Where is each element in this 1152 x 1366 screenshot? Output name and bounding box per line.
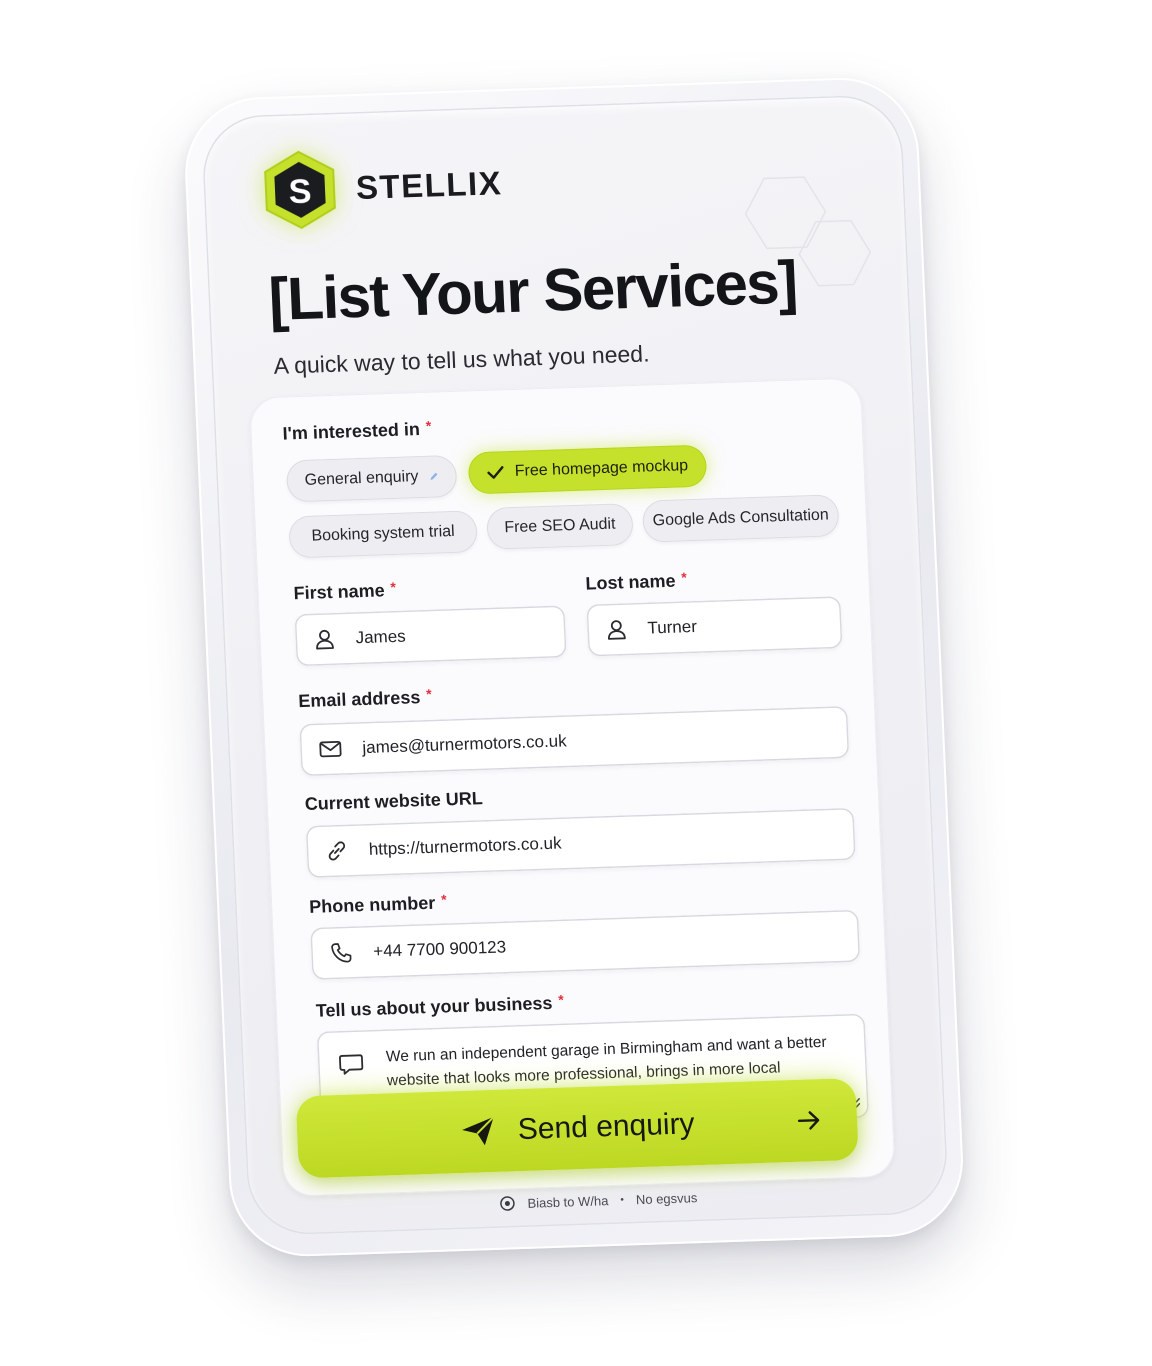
last-name-label: Lost name * bbox=[585, 569, 687, 594]
user-icon bbox=[316, 629, 334, 650]
chip-free-seo-audit[interactable]: Free SEO Audit bbox=[486, 503, 634, 550]
business-label: Tell us about your business * bbox=[315, 992, 564, 1022]
business-label-text: Tell us about your business bbox=[315, 992, 553, 1021]
footnote-left: Biasb to W/ha bbox=[527, 1192, 609, 1211]
phone-label: Phone number * bbox=[309, 891, 447, 918]
first-name-label: First name * bbox=[293, 579, 396, 604]
enquiry-form: I'm interested in * General enquiry Free … bbox=[249, 377, 896, 1197]
required-mark: * bbox=[425, 417, 432, 434]
email-value: james@turnermotors.co.uk bbox=[361, 731, 568, 758]
chat-icon bbox=[339, 1054, 364, 1075]
required-mark: * bbox=[390, 578, 397, 596]
required-mark: * bbox=[440, 891, 447, 908]
required-mark: * bbox=[680, 569, 688, 586]
phone-label-text: Phone number bbox=[308, 892, 436, 917]
stellix-logo-icon: S bbox=[264, 150, 336, 229]
last-name-field[interactable]: Turner bbox=[586, 596, 843, 657]
mail-icon bbox=[319, 740, 342, 758]
footnote-separator: • bbox=[620, 1194, 625, 1206]
chip-label: Free homepage mockup bbox=[514, 457, 689, 480]
required-mark: * bbox=[557, 991, 565, 1008]
chip-label: General enquiry bbox=[304, 468, 419, 489]
logo-letter: S bbox=[288, 173, 312, 212]
link-icon bbox=[328, 841, 346, 861]
website-label-text: Current website URL bbox=[304, 788, 484, 815]
phone-device: S STELLIX [List Your Services] A quick w… bbox=[181, 75, 967, 1259]
page-title: [List Your Services] bbox=[267, 248, 798, 333]
chip-label: Free SEO Audit bbox=[503, 515, 616, 537]
brand-header: S STELLIX bbox=[260, 143, 504, 231]
user-icon bbox=[607, 620, 626, 640]
required-mark: * bbox=[425, 685, 432, 702]
chip-general-enquiry[interactable]: General enquiry bbox=[285, 454, 458, 503]
phone-field[interactable]: +44 7700 900123 bbox=[310, 909, 861, 980]
first-name-value: James bbox=[355, 626, 407, 648]
send-enquiry-label: Send enquiry bbox=[517, 1107, 696, 1147]
email-label-text: Email address bbox=[297, 687, 421, 712]
arrow-right-icon bbox=[797, 1111, 820, 1130]
chat-icon-wrap bbox=[338, 1052, 365, 1082]
pencil-icon bbox=[430, 472, 438, 481]
footnote-right: No egsvus bbox=[635, 1189, 698, 1207]
screenshot-stage: S STELLIX [List Your Services] A quick w… bbox=[0, 0, 1152, 1366]
phone-icon bbox=[331, 943, 352, 963]
email-label: Email address * bbox=[298, 686, 432, 712]
interests-label: I'm interested in * bbox=[282, 418, 432, 445]
website-label: Current website URL bbox=[304, 788, 483, 815]
last-name-label-text: Lost name bbox=[585, 570, 676, 594]
badge-icon bbox=[500, 1196, 515, 1211]
brand-name: STELLIX bbox=[355, 164, 503, 207]
first-name-label-text: First name bbox=[293, 580, 386, 604]
phone-value: +44 7700 900123 bbox=[372, 937, 507, 961]
website-url-field[interactable]: https://turnermotors.co.uk bbox=[305, 807, 856, 878]
paper-plane-icon bbox=[461, 1116, 494, 1146]
page-subtitle: A quick way to tell us what you need. bbox=[273, 340, 650, 379]
chip-google-ads-consultation[interactable]: Google Ads Consultation bbox=[641, 494, 840, 543]
check-icon bbox=[487, 466, 504, 479]
website-url-value: https://turnermotors.co.uk bbox=[368, 833, 562, 859]
chip-free-homepage-mockup[interactable]: Free homepage mockup bbox=[467, 444, 708, 495]
chip-booking-system-trial[interactable]: Booking system trial bbox=[288, 510, 478, 559]
chip-label: Booking system trial bbox=[311, 522, 456, 545]
last-name-value: Turner bbox=[647, 616, 698, 638]
phone-screen: S STELLIX [List Your Services] A quick w… bbox=[200, 93, 950, 1237]
email-field[interactable]: james@turnermotors.co.uk bbox=[299, 706, 850, 777]
first-name-field[interactable]: James bbox=[294, 605, 567, 667]
chip-label: Google Ads Consultation bbox=[652, 506, 830, 530]
interests-label-text: I'm interested in bbox=[282, 419, 421, 444]
